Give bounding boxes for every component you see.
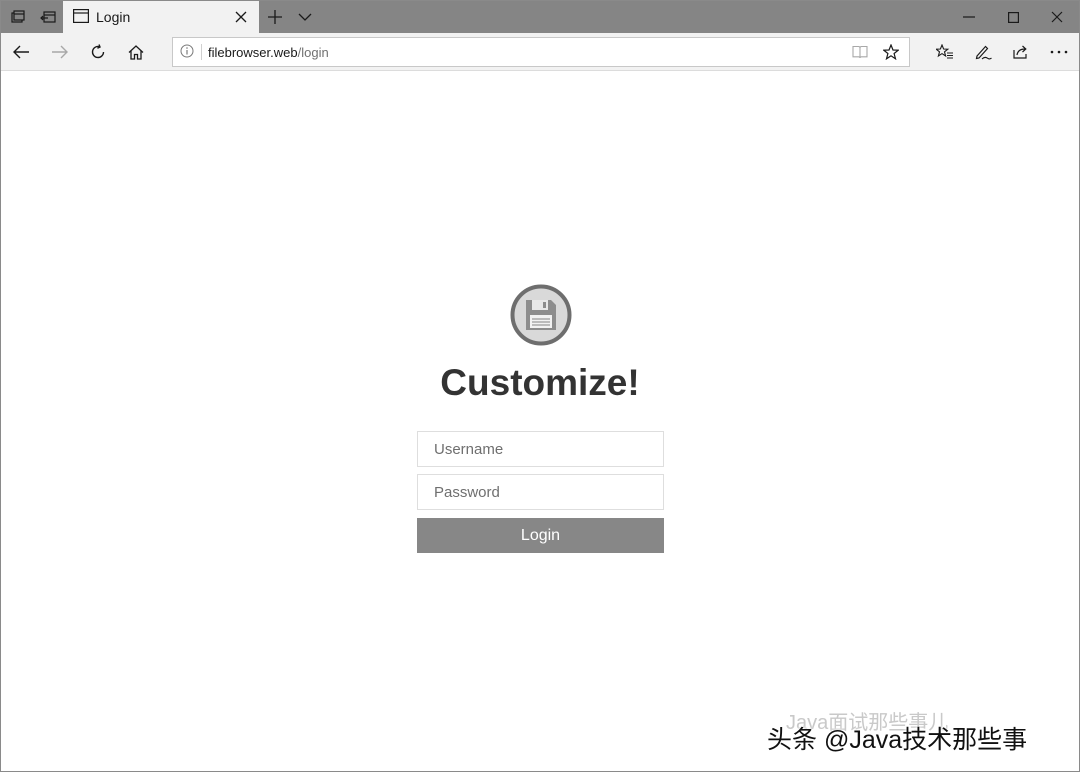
address-divider	[201, 44, 202, 60]
reading-view-icon[interactable]	[845, 38, 875, 66]
maximize-icon[interactable]	[991, 1, 1035, 33]
floppy-disk-icon	[510, 284, 572, 346]
star-icon[interactable]	[876, 38, 906, 66]
set-aside-tabs-icon[interactable]	[33, 1, 63, 33]
forward-arrow-icon[interactable]	[42, 33, 78, 71]
address-bar[interactable]: filebrowser.web/login	[172, 37, 910, 67]
page-content: Customize! Login Java面试那些事儿 头条 @Java技术那些…	[1, 72, 1079, 771]
tab-preview-icon[interactable]	[3, 1, 33, 33]
password-field[interactable]	[417, 474, 664, 510]
tab-title: Login	[96, 9, 131, 25]
home-icon[interactable]	[118, 33, 154, 71]
page-title: Customize!	[440, 362, 640, 403]
page-icon	[73, 9, 90, 28]
watermark: 头条 @Java技术那些事	[767, 726, 1028, 754]
username-input[interactable]	[418, 432, 663, 466]
browser-window: Login filebrowser.web/login Customize! U…	[0, 0, 1080, 772]
chevron-down-icon[interactable]	[293, 4, 317, 30]
url-domain: filebrowser.web	[208, 45, 298, 60]
minimize-icon[interactable]	[947, 1, 991, 33]
password-input[interactable]	[418, 475, 663, 509]
pen-icon[interactable]	[965, 33, 1001, 71]
close-icon[interactable]	[231, 7, 251, 27]
back-arrow-icon[interactable]	[3, 33, 39, 71]
favorites-hub-icon[interactable]	[927, 33, 963, 71]
url-path: /login	[297, 45, 329, 60]
refresh-icon[interactable]	[80, 33, 116, 71]
plus-icon[interactable]	[263, 4, 287, 30]
more-icon[interactable]	[1041, 33, 1077, 71]
tab-login[interactable]: Login	[63, 1, 259, 33]
info-icon[interactable]	[180, 44, 194, 63]
url-text[interactable]: filebrowser.web/login	[208, 45, 329, 60]
navigation-bar: filebrowser.web/login	[1, 33, 1079, 71]
close-window-icon[interactable]	[1035, 1, 1079, 33]
login-button[interactable]: Login	[417, 518, 664, 553]
share-icon[interactable]	[1003, 33, 1039, 71]
username-field[interactable]	[417, 431, 664, 467]
tab-bar: Login	[1, 1, 1079, 33]
